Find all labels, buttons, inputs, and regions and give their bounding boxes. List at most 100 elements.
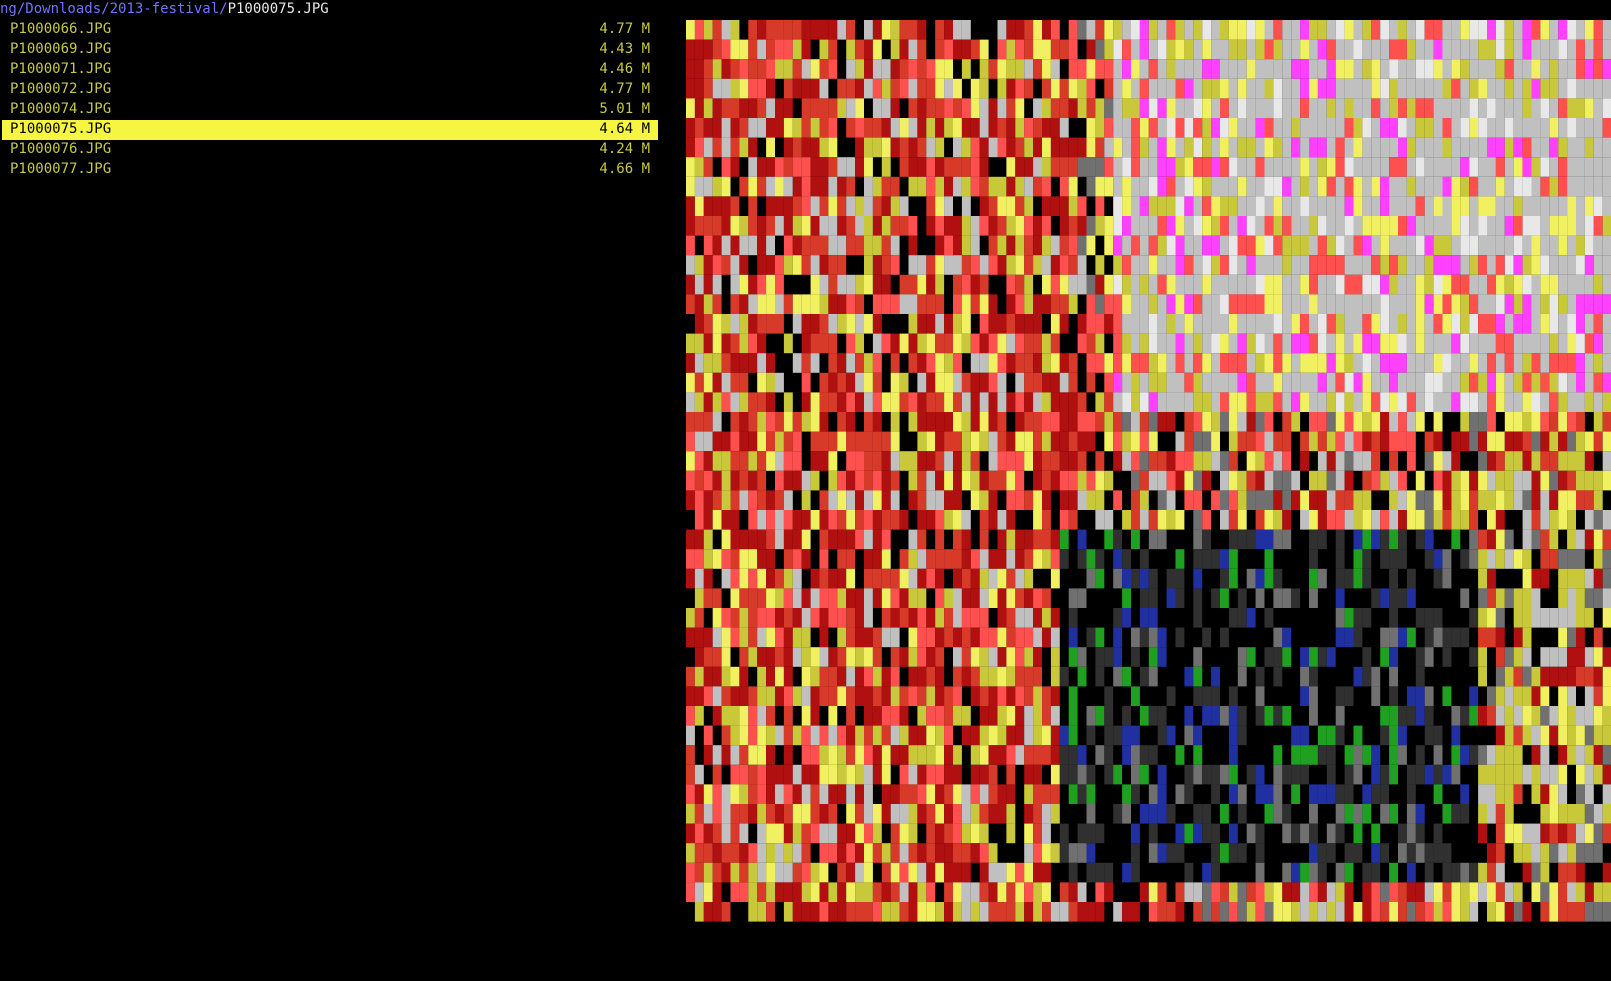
ascii-cell: [1291, 78, 1301, 99]
file-row[interactable]: P1000075.JPG 4.64 M: [2, 120, 658, 140]
ascii-cell: [855, 862, 864, 883]
ascii-cell: [1451, 392, 1461, 412]
ascii-cell: [1389, 157, 1398, 177]
ascii-cell: [1487, 862, 1496, 883]
ascii-cell: [890, 412, 900, 432]
ascii-cell: [1068, 588, 1078, 608]
ascii-cell: [1513, 255, 1523, 275]
ascii-cell: [855, 784, 864, 804]
file-row[interactable]: P1000071.JPG 4.46 M: [2, 60, 658, 80]
ascii-cell: [828, 294, 838, 314]
ascii-cell: [1380, 902, 1390, 922]
ascii-cell: [1042, 98, 1051, 118]
ascii-cell: [1406, 862, 1416, 883]
ascii-cell: [1139, 451, 1149, 471]
ascii-cell: [1220, 470, 1229, 491]
ascii-cell: [1576, 862, 1585, 883]
ascii-cell: [1451, 235, 1461, 256]
ascii-cell: [1157, 902, 1167, 922]
ascii-cell: [1059, 39, 1069, 60]
ascii-cell: [855, 78, 864, 99]
ascii-cell: [979, 314, 989, 334]
file-row[interactable]: P1000069.JPG 4.43 M: [2, 40, 658, 60]
ascii-cell: [1389, 431, 1398, 452]
ascii-cell: [944, 59, 953, 79]
ascii-cell: [748, 176, 758, 197]
ascii-cell: [1353, 490, 1363, 510]
ascii-cell: [1300, 764, 1309, 785]
ascii-cell: [988, 843, 998, 863]
ascii-cell: [766, 118, 775, 138]
ascii-cell: [1326, 353, 1336, 373]
ascii-cell: [1059, 490, 1069, 510]
ascii-cell: [1558, 608, 1568, 628]
ascii-cell: [1166, 353, 1176, 373]
ascii-cell: [997, 725, 1007, 746]
ascii-cell: [792, 255, 802, 275]
ascii-cell: [1504, 176, 1514, 197]
ascii-cell: [1086, 412, 1096, 432]
ascii-cell: [1202, 882, 1212, 902]
ascii-cell: [1015, 686, 1025, 706]
ascii-cell: [739, 59, 749, 79]
ascii-cell: [1317, 176, 1327, 197]
ascii-cell: [1460, 392, 1470, 412]
ascii-cell: [801, 157, 811, 177]
ascii-cell: [712, 764, 722, 785]
ascii-cell: [1460, 490, 1470, 510]
ascii-cell: [1273, 137, 1283, 158]
ascii-cell: [1576, 666, 1585, 687]
ascii-cell: [917, 412, 927, 432]
ascii-cell: [1513, 784, 1523, 804]
ascii-cell: [1335, 784, 1345, 804]
ascii-cell: [1335, 431, 1345, 452]
ascii-cell: [1131, 314, 1140, 334]
ascii-cell: [970, 549, 980, 569]
ascii-cell: [1246, 157, 1256, 177]
ascii-cell: [748, 784, 758, 804]
ascii-cell: [721, 529, 731, 550]
ascii-cell: [775, 666, 784, 687]
ascii-cell: [1211, 666, 1220, 687]
ascii-cell: [1576, 745, 1585, 765]
ascii-cell: [1148, 20, 1158, 40]
ascii-cell: [1024, 196, 1034, 216]
ascii-cell: [1451, 529, 1461, 550]
ascii-cell: [881, 902, 891, 922]
ascii-cell: [1255, 412, 1265, 432]
ascii-cell: [1220, 392, 1229, 412]
ascii-cell: [1558, 490, 1568, 510]
file-row[interactable]: P1000076.JPG 4.24 M: [2, 140, 658, 160]
ascii-cell: [1335, 59, 1345, 79]
file-row[interactable]: P1000077.JPG 4.66 M: [2, 160, 658, 180]
ascii-cell: [1273, 510, 1283, 530]
ascii-cell: [1309, 157, 1318, 177]
ascii-cell: [1193, 176, 1203, 197]
ascii-cell: [1131, 725, 1140, 746]
file-row[interactable]: P1000074.JPG 5.01 M: [2, 100, 658, 120]
ascii-cell: [1380, 725, 1390, 746]
ascii-cell: [1380, 392, 1390, 412]
ascii-cell: [1157, 157, 1167, 177]
ascii-cell: [1211, 78, 1220, 99]
file-row[interactable]: P1000072.JPG 4.77 M: [2, 80, 658, 100]
ascii-cell: [703, 882, 713, 902]
ascii-cell: [1220, 451, 1229, 471]
ascii-cell: [1558, 118, 1568, 138]
ascii-cell: [819, 529, 829, 550]
ascii-cell: [997, 784, 1007, 804]
ascii-cell: [1398, 118, 1407, 138]
ascii-cell: [1122, 39, 1131, 60]
ascii-cell: [970, 745, 980, 765]
ascii-cell: [1113, 137, 1123, 158]
ascii-cell: [979, 608, 989, 628]
ascii-cell: [703, 137, 713, 158]
ascii-cell: [783, 470, 793, 491]
ascii-cell: [1567, 608, 1576, 628]
ascii-cell: [1371, 39, 1381, 60]
ascii-cell: [1424, 451, 1434, 471]
ascii-cell: [783, 804, 793, 824]
ascii-cell: [1202, 59, 1212, 79]
file-row[interactable]: P1000066.JPG 4.77 M: [2, 20, 658, 40]
ascii-cell: [739, 588, 749, 608]
